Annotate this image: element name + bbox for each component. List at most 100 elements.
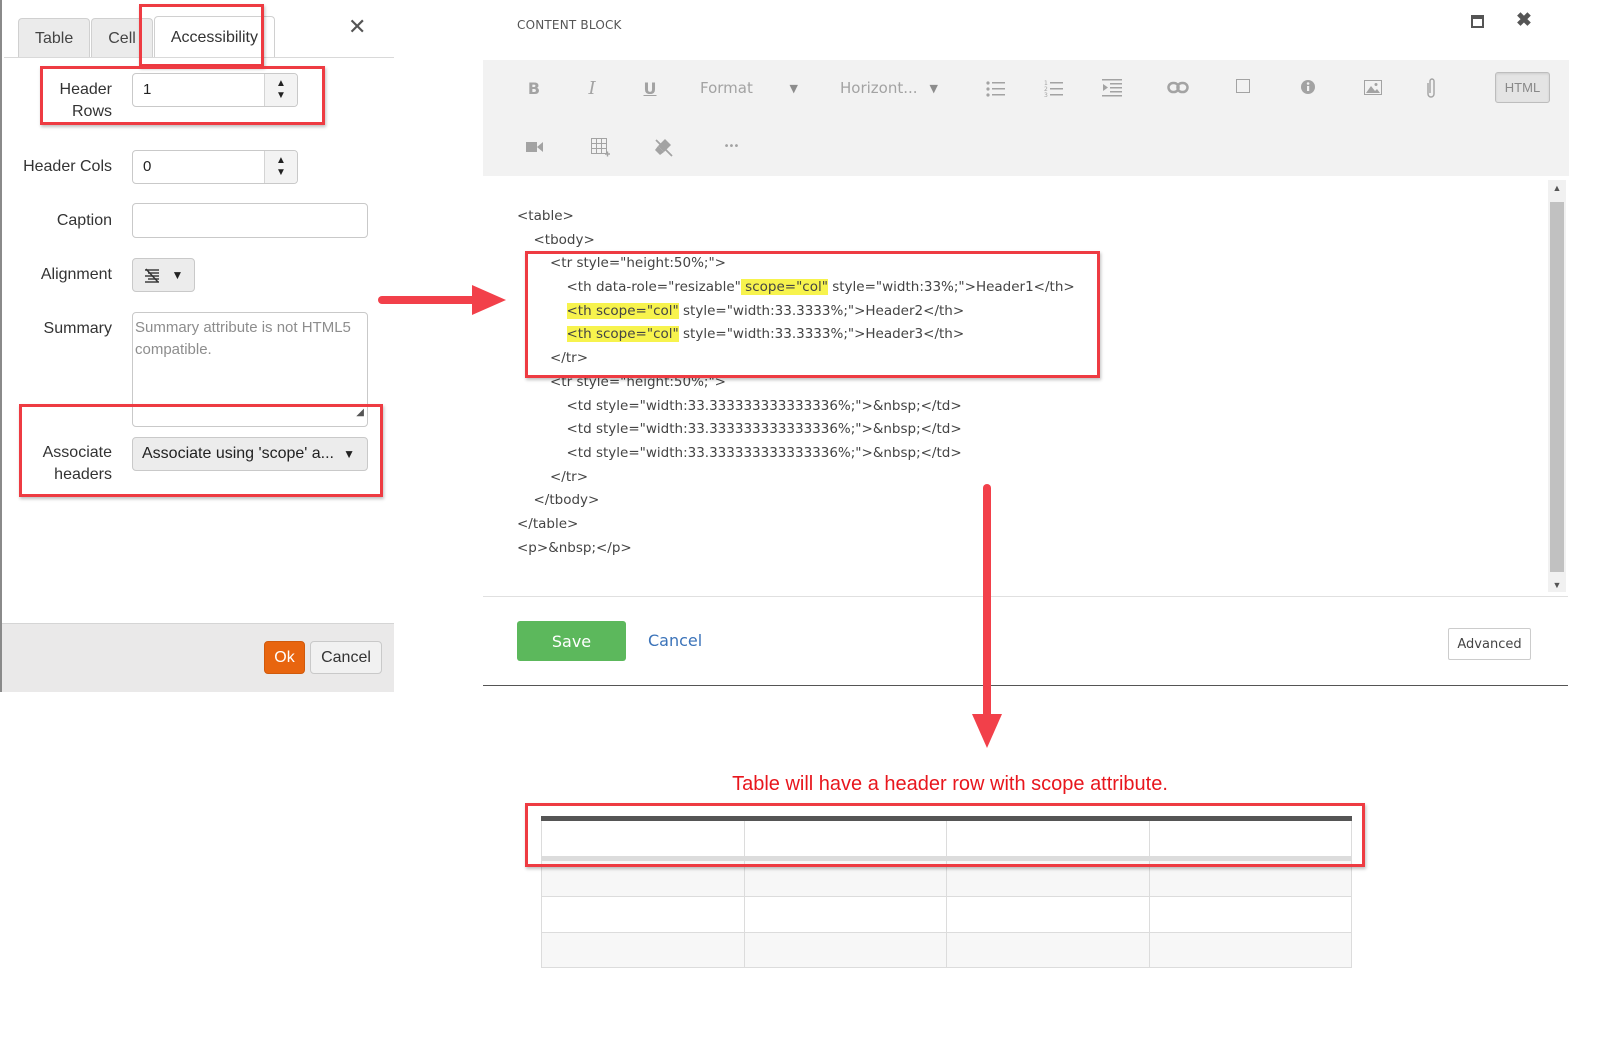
numbered-list-icon[interactable]: 123	[1044, 79, 1064, 99]
code-line: </tr>	[517, 347, 1075, 371]
stepper-buttons[interactable]: ▲ ▼	[264, 74, 297, 106]
associate-headers-value: Associate using 'scope' a...	[142, 445, 334, 462]
bulleted-list-icon[interactable]	[986, 80, 1006, 98]
scroll-down-arrow-icon[interactable]: ▼	[1548, 580, 1566, 590]
table-preview-row	[541, 897, 1352, 933]
header-cols-stepper[interactable]: 0 ▲ ▼	[132, 150, 298, 184]
scrollbar-thumb[interactable]	[1550, 202, 1564, 572]
code-line: <tr style="height:50%;">	[517, 371, 1075, 395]
code-segment: style="width:33.3333%;">Header2</th>	[678, 302, 965, 319]
tab-accessibility[interactable]: Accessibility	[153, 16, 275, 58]
table-preview-cell	[946, 897, 1149, 932]
code-line: <th scope="col" style="width:33.3333%;">…	[517, 300, 1075, 324]
summary-textarea[interactable]: Summary attribute is not HTML5 compatibl…	[132, 312, 368, 427]
table-preview-row	[541, 861, 1352, 897]
header-rows-label-line1: Header	[59, 81, 112, 98]
link-icon[interactable]	[1167, 81, 1189, 95]
annotation-note: Table will have a header row with scope …	[732, 773, 1168, 795]
code-segment: </tbody>	[533, 492, 600, 509]
table-preview-cell	[743, 861, 947, 896]
header-rows-label: Header Rows	[60, 79, 112, 123]
bold-icon[interactable]: B	[522, 76, 546, 100]
underline-icon[interactable]: U	[638, 76, 662, 100]
highlighted-code-segment: <th scope="col"	[566, 302, 679, 319]
table-preview	[541, 816, 1352, 968]
table-preview-cell	[743, 933, 947, 967]
italic-icon[interactable]: I	[580, 76, 604, 100]
html-source-button[interactable]: HTML	[1495, 72, 1550, 103]
code-line: <td style="width:33.333333333333336%;">&…	[517, 418, 1075, 442]
editor-bottom-border	[483, 685, 1568, 686]
square-icon[interactable]	[1236, 79, 1250, 93]
summary-label: Summary	[43, 320, 112, 337]
advanced-button[interactable]: Advanced	[1448, 628, 1531, 660]
format-dropdown[interactable]: Format ▼	[686, 72, 812, 104]
cancel-link[interactable]: Cancel	[648, 631, 702, 650]
associate-headers-select[interactable]: Associate using 'scope' a... ▼	[132, 437, 368, 471]
video-icon[interactable]	[526, 141, 544, 153]
tab-divider	[4, 57, 394, 58]
header-cols-label: Header Cols	[23, 158, 112, 175]
table-preview-cell	[541, 897, 744, 932]
tab-cell[interactable]: Cell	[91, 18, 153, 58]
resize-handle-icon[interactable]: ◢	[356, 402, 364, 424]
code-line: <td style="width:33.333333333333336%;">&…	[517, 442, 1075, 466]
info-icon[interactable]	[1300, 79, 1316, 95]
code-line: <tr style="height:50%;">	[517, 252, 1075, 276]
code-line: <th scope="col" style="width:33.3333%;">…	[517, 323, 1075, 347]
header-rows-value[interactable]: 1	[133, 74, 264, 106]
clear-format-icon[interactable]	[654, 137, 674, 157]
alignment-dropdown[interactable]: ▼	[132, 258, 195, 292]
horizontal-rule-dropdown[interactable]: Horizont... ▼	[826, 72, 952, 104]
image-icon[interactable]	[1364, 80, 1382, 95]
header-rows-label-line2: Rows	[71, 103, 112, 120]
maximize-icon[interactable]	[1471, 15, 1484, 28]
code-line: <table>	[517, 205, 1075, 229]
content-block-title: CONTENT BLOCK	[517, 18, 622, 32]
dialog-tabs: Table Cell Accessibility	[18, 16, 276, 58]
table-preview-cell	[541, 861, 744, 896]
code-segment: <tr style="height:50%;">	[550, 373, 726, 390]
table-preview-cell	[1148, 821, 1352, 856]
scroll-up-arrow-icon[interactable]: ▲	[1548, 183, 1566, 193]
table-preview-cell	[946, 821, 1149, 856]
header-cols-value[interactable]: 0	[133, 151, 264, 183]
table-preview-cell	[743, 897, 947, 932]
svg-text:3: 3	[1044, 92, 1048, 99]
horizontal-dropdown-label: Horizont...	[840, 79, 918, 97]
caption-label: Caption	[56, 212, 112, 229]
code-segment: style="width:33%;">Header1</th>	[827, 279, 1075, 296]
table-preview-row	[541, 933, 1352, 968]
save-button[interactable]: Save	[517, 621, 626, 661]
close-icon[interactable]: ✕	[348, 14, 366, 40]
highlighted-code-segment: <th scope="col"	[566, 326, 679, 343]
more-icon[interactable]: •••	[720, 138, 742, 154]
attachment-icon[interactable]	[1425, 77, 1437, 99]
decrement-arrow-icon[interactable]: ▼	[276, 167, 286, 179]
decrement-arrow-icon[interactable]: ▼	[276, 90, 286, 102]
close-icon[interactable]: ✖	[1516, 9, 1532, 32]
tab-table[interactable]: Table	[18, 18, 91, 58]
increment-arrow-icon[interactable]: ▲	[276, 78, 286, 90]
caption-input[interactable]	[132, 203, 368, 238]
table-preview-cell	[1148, 861, 1352, 896]
stepper-buttons[interactable]: ▲ ▼	[264, 151, 297, 183]
associate-headers-label-line2: headers	[54, 466, 112, 483]
increment-arrow-icon[interactable]: ▲	[276, 155, 286, 167]
table-preview-cell	[1148, 897, 1352, 932]
editor-divider	[483, 596, 1568, 597]
code-segment: </tr>	[550, 350, 589, 367]
code-segment: <tr style="height:50%;">	[550, 255, 726, 272]
code-line: <td style="width:33.333333333333336%;">&…	[517, 395, 1075, 419]
cancel-button[interactable]: Cancel	[310, 641, 382, 674]
scrollbar[interactable]: ▲ ▼	[1548, 180, 1566, 592]
table-preview-cell	[946, 933, 1149, 967]
alignment-label: Alignment	[40, 266, 112, 283]
ok-button[interactable]: Ok	[264, 641, 305, 674]
header-rows-stepper[interactable]: 1 ▲ ▼	[132, 73, 298, 107]
highlighted-code-segment: scope="col"	[740, 279, 828, 296]
table-preview-cell	[541, 821, 744, 856]
code-segment: <td style="width:33.333333333333336%;">&…	[566, 397, 962, 414]
insert-table-icon[interactable]	[591, 138, 610, 157]
indent-icon[interactable]	[1102, 78, 1122, 98]
